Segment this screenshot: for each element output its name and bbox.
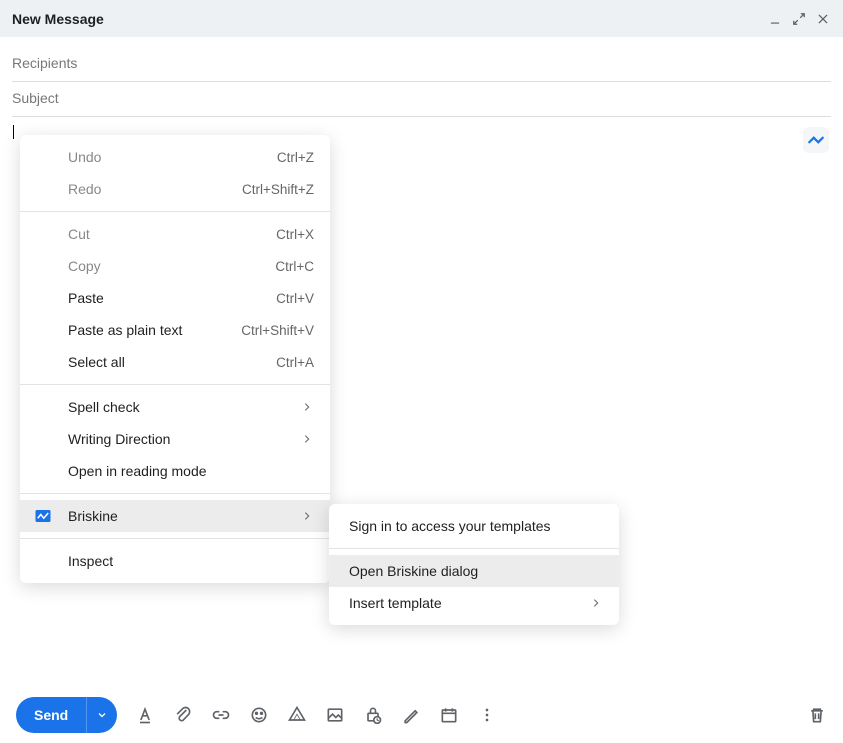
chevron-right-icon	[300, 400, 314, 414]
signature-icon[interactable]	[401, 705, 421, 725]
chevron-right-icon	[300, 432, 314, 446]
more-options-icon[interactable]	[477, 705, 497, 725]
compose-title: New Message	[12, 11, 104, 27]
menu-item-paste-plain[interactable]: Paste as plain text Ctrl+Shift+V	[20, 314, 330, 346]
send-button-group: Send	[16, 697, 117, 733]
submenu-item-insert-template[interactable]: Insert template	[329, 587, 619, 619]
menu-item-inspect[interactable]: Inspect	[20, 545, 330, 577]
context-menu: Undo Ctrl+Z Redo Ctrl+Shift+Z Cut Ctrl+X…	[20, 135, 330, 583]
submenu-item-open-dialog[interactable]: Open Briskine dialog	[329, 555, 619, 587]
menu-separator	[20, 211, 330, 212]
insert-link-icon[interactable]	[211, 705, 231, 725]
menu-item-briskine[interactable]: Briskine	[20, 500, 330, 532]
compose-toolbar: Send	[0, 687, 843, 743]
menu-item-select-all[interactable]: Select all Ctrl+A	[20, 346, 330, 378]
schedule-icon[interactable]	[439, 705, 459, 725]
menu-separator	[20, 493, 330, 494]
menu-item-reading-mode[interactable]: Open in reading mode	[20, 455, 330, 487]
recipients-placeholder: Recipients	[12, 55, 77, 71]
expand-collapse-icon[interactable]	[791, 11, 807, 27]
compose-fields: Recipients Subject	[0, 37, 843, 117]
menu-separator	[20, 538, 330, 539]
subject-placeholder: Subject	[12, 90, 59, 106]
menu-item-undo[interactable]: Undo Ctrl+Z	[20, 141, 330, 173]
menu-item-cut[interactable]: Cut Ctrl+X	[20, 218, 330, 250]
compose-titlebar: New Message	[0, 0, 843, 37]
drive-icon[interactable]	[287, 705, 307, 725]
discard-draft-icon[interactable]	[807, 705, 827, 725]
confidential-mode-icon[interactable]	[363, 705, 383, 725]
menu-item-writing-direction[interactable]: Writing Direction	[20, 423, 330, 455]
menu-item-paste[interactable]: Paste Ctrl+V	[20, 282, 330, 314]
titlebar-controls	[767, 11, 831, 27]
briskine-badge-icon[interactable]	[803, 127, 829, 153]
text-cursor	[13, 125, 14, 139]
send-button[interactable]: Send	[16, 697, 87, 733]
menu-item-redo[interactable]: Redo Ctrl+Shift+Z	[20, 173, 330, 205]
menu-item-spell-check[interactable]: Spell check	[20, 391, 330, 423]
briskine-icon	[34, 507, 52, 525]
send-more-button[interactable]	[87, 697, 117, 733]
context-submenu-briskine: Sign in to access your templates Open Br…	[329, 504, 619, 625]
subject-field[interactable]: Subject	[12, 82, 831, 117]
formatting-icon[interactable]	[135, 705, 155, 725]
attach-file-icon[interactable]	[173, 705, 193, 725]
recipients-field[interactable]: Recipients	[12, 47, 831, 82]
menu-separator	[329, 548, 619, 549]
chevron-right-icon	[589, 596, 603, 610]
minimize-icon[interactable]	[767, 11, 783, 27]
emoji-icon[interactable]	[249, 705, 269, 725]
close-icon[interactable]	[815, 11, 831, 27]
chevron-right-icon	[300, 509, 314, 523]
submenu-item-sign-in[interactable]: Sign in to access your templates	[329, 510, 619, 542]
menu-item-copy[interactable]: Copy Ctrl+C	[20, 250, 330, 282]
menu-separator	[20, 384, 330, 385]
insert-photo-icon[interactable]	[325, 705, 345, 725]
